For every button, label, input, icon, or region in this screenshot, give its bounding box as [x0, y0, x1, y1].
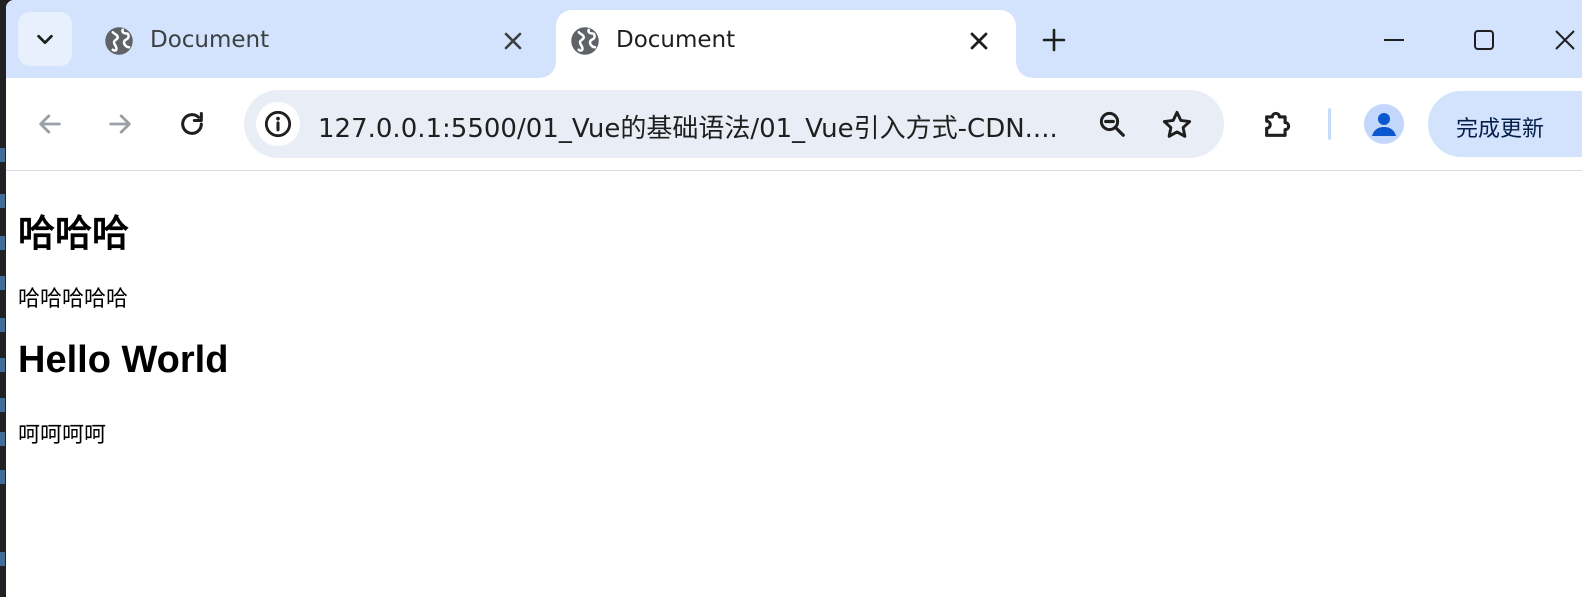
chevron-down-icon	[34, 28, 56, 50]
zoom-out-icon	[1097, 109, 1127, 139]
close-tab-icon[interactable]	[498, 26, 528, 56]
globe-icon	[570, 26, 600, 56]
maximize-icon	[1473, 29, 1495, 51]
page-heading-1: 哈哈哈	[18, 212, 129, 255]
page-paragraph-2: 呵呵呵呵	[18, 423, 107, 448]
url-text[interactable]: 127.0.0.1:5500/01_Vue的基础语法/01_Vue引入方式-CD…	[318, 108, 1088, 145]
zoom-button[interactable]	[1094, 106, 1130, 142]
tab-search-button[interactable]	[18, 12, 72, 66]
tab-document-2[interactable]: Document	[540, 10, 1032, 78]
extensions-button[interactable]	[1256, 102, 1300, 146]
reload-icon	[178, 110, 206, 138]
puzzle-icon	[1261, 107, 1295, 141]
tab-title: Document	[616, 27, 736, 53]
tab-strip: Document Document	[6, 0, 1582, 78]
close-icon	[1554, 29, 1576, 51]
tab-document-1[interactable]: Document	[90, 10, 550, 78]
minimize-button[interactable]	[1374, 20, 1414, 60]
site-info-button[interactable]	[256, 102, 300, 146]
minimize-icon	[1383, 38, 1405, 42]
close-tab-icon[interactable]	[964, 26, 994, 56]
tab-title: Document	[150, 27, 270, 53]
info-icon	[264, 110, 292, 138]
close-window-button[interactable]	[1554, 20, 1582, 60]
star-icon	[1161, 109, 1193, 141]
back-button[interactable]	[28, 102, 72, 146]
address-bar[interactable]: 127.0.0.1:5500/01_Vue的基础语法/01_Vue引入方式-CD…	[244, 90, 1224, 158]
browser-window: Document Document 127.0.0.1:5500/01_Vue的…	[6, 0, 1582, 597]
page-content: 哈哈哈 哈哈哈哈哈 Hello World 呵呵呵呵	[6, 171, 1582, 597]
new-tab-button[interactable]	[1036, 22, 1072, 58]
maximize-button[interactable]	[1464, 20, 1504, 60]
toolbar-divider	[1328, 108, 1331, 140]
avatar-icon	[1364, 104, 1404, 144]
reload-button[interactable]	[170, 102, 214, 146]
plus-icon	[1042, 28, 1066, 52]
forward-button[interactable]	[98, 102, 142, 146]
arrow-left-icon	[36, 110, 64, 138]
page-heading-2: Hello World	[18, 339, 229, 381]
update-button[interactable]: 完成更新	[1428, 91, 1582, 157]
bookmark-button[interactable]	[1158, 106, 1196, 144]
profile-button[interactable]	[1364, 104, 1404, 144]
globe-icon	[104, 26, 134, 56]
page-paragraph-1: 哈哈哈哈哈	[18, 287, 129, 312]
arrow-right-icon	[106, 110, 134, 138]
update-button-label: 完成更新	[1456, 117, 1545, 142]
browser-toolbar: 127.0.0.1:5500/01_Vue的基础语法/01_Vue引入方式-CD…	[6, 78, 1582, 171]
